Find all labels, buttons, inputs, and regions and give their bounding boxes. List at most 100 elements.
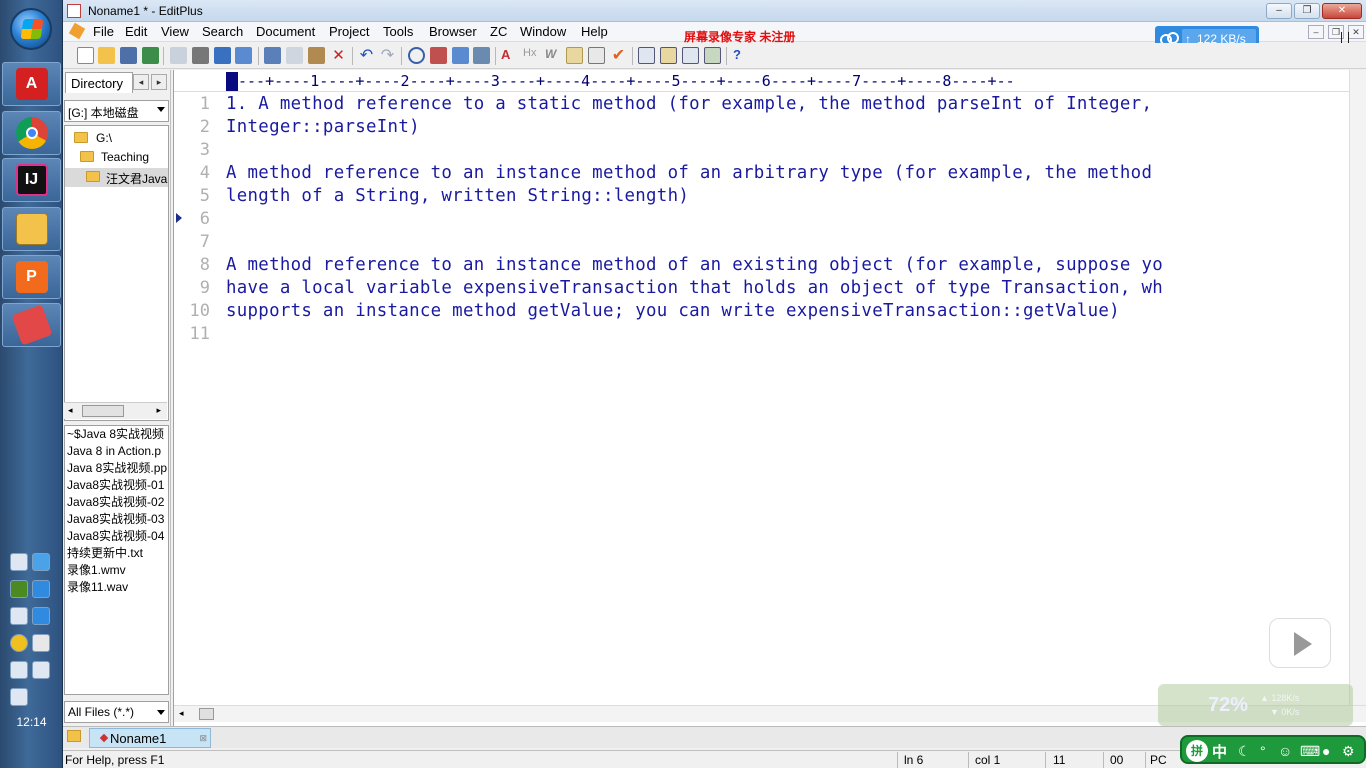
tray-flag-icon[interactable] xyxy=(32,634,50,652)
taskbar-acrobat[interactable]: A xyxy=(2,62,61,106)
tray-app-icon[interactable] xyxy=(10,553,28,571)
list-item[interactable]: 录像11.wav xyxy=(65,579,168,596)
menu-search[interactable]: Search xyxy=(202,24,243,39)
ime-moon-icon[interactable]: ☾ xyxy=(1238,743,1251,760)
dir-tab-left-arrow[interactable]: ◂ xyxy=(133,74,149,90)
scroll-thumb[interactable] xyxy=(82,405,124,417)
code-area[interactable]: 1. A method reference to a static method… xyxy=(226,93,1361,703)
tray-cloud-icon[interactable] xyxy=(32,580,50,598)
taskbar-clock[interactable]: 12:14 xyxy=(0,715,63,729)
tray-power-icon[interactable] xyxy=(10,661,28,679)
scroll-thumb[interactable] xyxy=(199,708,214,720)
video-play-button[interactable] xyxy=(1269,618,1331,668)
menu-file[interactable]: File xyxy=(93,24,114,39)
find-in-files-icon[interactable] xyxy=(452,47,469,64)
help-context-icon[interactable]: ? xyxy=(733,47,750,64)
ime-punct-icon[interactable]: ° xyxy=(1260,743,1266,759)
tray-network-icon[interactable] xyxy=(32,607,50,625)
title-bar[interactable]: Noname1 * - EditPlus – ❐ ✕ xyxy=(63,0,1366,22)
doc-close-button[interactable]: ✕ xyxy=(1348,25,1364,39)
list-item[interactable]: Java8实战视频-04 xyxy=(65,528,168,545)
replace-icon[interactable] xyxy=(430,47,447,64)
tray-cube-icon[interactable] xyxy=(32,553,50,571)
scroll-left-icon[interactable]: ◂ xyxy=(68,405,73,416)
find-icon[interactable] xyxy=(408,47,425,64)
tray-printer-icon[interactable] xyxy=(10,607,28,625)
tray-signal-icon[interactable] xyxy=(32,661,50,679)
print-icon[interactable] xyxy=(192,47,209,64)
delete-icon[interactable]: ✕ xyxy=(330,47,347,64)
taskbar-chrome[interactable] xyxy=(2,111,61,155)
directory-tab[interactable]: Directory xyxy=(65,72,133,93)
paste-icon[interactable] xyxy=(308,47,325,64)
open-folder-icon[interactable] xyxy=(98,47,115,64)
speed-monitor-widget[interactable]: 72% ▲ 128K/s ▼ 0K/s xyxy=(1158,684,1353,726)
word-wrap-icon[interactable]: W xyxy=(545,47,562,64)
tree-item-java[interactable]: 汪文君Java xyxy=(65,168,168,187)
list-item[interactable]: 持续更新中.txt xyxy=(65,545,168,562)
save-icon[interactable] xyxy=(120,47,137,64)
tray-nvidia-icon[interactable] xyxy=(10,580,28,598)
cliptext-icon[interactable] xyxy=(660,47,677,64)
spellcheck-icon[interactable] xyxy=(214,47,231,64)
list-item[interactable]: Java8实战视频-03 xyxy=(65,511,168,528)
doc-minimize-button[interactable]: – xyxy=(1308,25,1324,39)
ime-keyboard-icon[interactable]: ⌨ xyxy=(1300,743,1320,760)
ime-toolbar[interactable]: 拼 中 ☾ ° ☺ ⌨ ● ⚙ xyxy=(1180,735,1366,764)
ime-settings-icon[interactable]: ⚙ xyxy=(1342,743,1355,760)
menu-view[interactable]: View xyxy=(161,24,189,39)
hex-icon[interactable]: Hx xyxy=(523,47,540,64)
ruler-icon[interactable] xyxy=(588,47,605,64)
start-button[interactable] xyxy=(10,8,52,50)
split-window-icon[interactable] xyxy=(704,47,721,64)
menu-project[interactable]: Project xyxy=(329,24,369,39)
list-item[interactable]: Java8实战视频-01 xyxy=(65,477,168,494)
cut-icon[interactable] xyxy=(264,47,281,64)
copy-icon[interactable] xyxy=(286,47,303,64)
redo-icon[interactable]: ↷ xyxy=(379,47,396,64)
check-icon[interactable]: ✔ xyxy=(610,47,627,64)
taskbar-presenter[interactable]: P xyxy=(2,255,61,299)
menu-tools[interactable]: Tools xyxy=(383,24,413,39)
tree-item-teaching[interactable]: Teaching xyxy=(65,148,168,167)
menu-edit[interactable]: Edit xyxy=(125,24,147,39)
list-item[interactable]: Java8实战视频-02 xyxy=(65,494,168,511)
tab-noname1[interactable]: Noname1 ⊠ xyxy=(89,728,211,748)
dir-tab-right-arrow[interactable]: ▸ xyxy=(151,74,167,90)
directory-window-icon[interactable] xyxy=(638,47,655,64)
goto-icon[interactable] xyxy=(473,47,490,64)
tree-horizontal-scrollbar[interactable]: ◂ ▸ xyxy=(64,402,167,419)
scroll-right-icon[interactable]: ▸ xyxy=(156,405,161,416)
line-number-icon[interactable] xyxy=(566,47,583,64)
drive-select[interactable]: [G:] 本地磁盘 xyxy=(64,100,169,122)
taskbar-recorder[interactable] xyxy=(2,303,61,347)
print-preview-icon[interactable] xyxy=(170,47,187,64)
browser-preview-icon[interactable] xyxy=(235,47,252,64)
list-item[interactable]: 录像1.wmv xyxy=(65,562,168,579)
tree-item-root[interactable]: G:\ xyxy=(65,129,168,148)
close-button[interactable]: ✕ xyxy=(1322,3,1362,19)
ime-smile-icon[interactable]: ☺ xyxy=(1278,743,1292,759)
tray-volume-icon[interactable] xyxy=(10,688,28,706)
ime-language[interactable]: 中 xyxy=(1212,741,1227,762)
editor-pane[interactable]: ---+----1----+----2----+----3----+----4-… xyxy=(173,70,1366,726)
minimize-button[interactable]: – xyxy=(1266,3,1292,19)
font-icon[interactable]: A xyxy=(501,47,518,64)
menu-zc[interactable]: ZC xyxy=(490,24,507,39)
undo-icon[interactable]: ↶ xyxy=(358,47,375,64)
list-item[interactable]: Java 8 in Action.p xyxy=(65,443,168,460)
taskbar-intellij[interactable]: IJ xyxy=(2,158,61,202)
folder-icon[interactable] xyxy=(67,730,81,742)
tray-plus-icon[interactable] xyxy=(10,634,28,652)
file-filter-select[interactable]: All Files (*.*) xyxy=(64,701,169,723)
menu-window[interactable]: Window xyxy=(520,24,566,39)
output-window-icon[interactable] xyxy=(682,47,699,64)
editor-vertical-scrollbar[interactable] xyxy=(1349,70,1366,710)
scroll-left-icon[interactable]: ◂ xyxy=(179,708,184,719)
save-all-icon[interactable] xyxy=(142,47,159,64)
tab-close-icon[interactable]: ⊠ xyxy=(199,733,207,744)
restore-button[interactable]: ❐ xyxy=(1294,3,1320,19)
ime-mic-icon[interactable]: ● xyxy=(1322,743,1330,759)
menu-document[interactable]: Document xyxy=(256,24,315,39)
menu-help[interactable]: Help xyxy=(581,24,608,39)
